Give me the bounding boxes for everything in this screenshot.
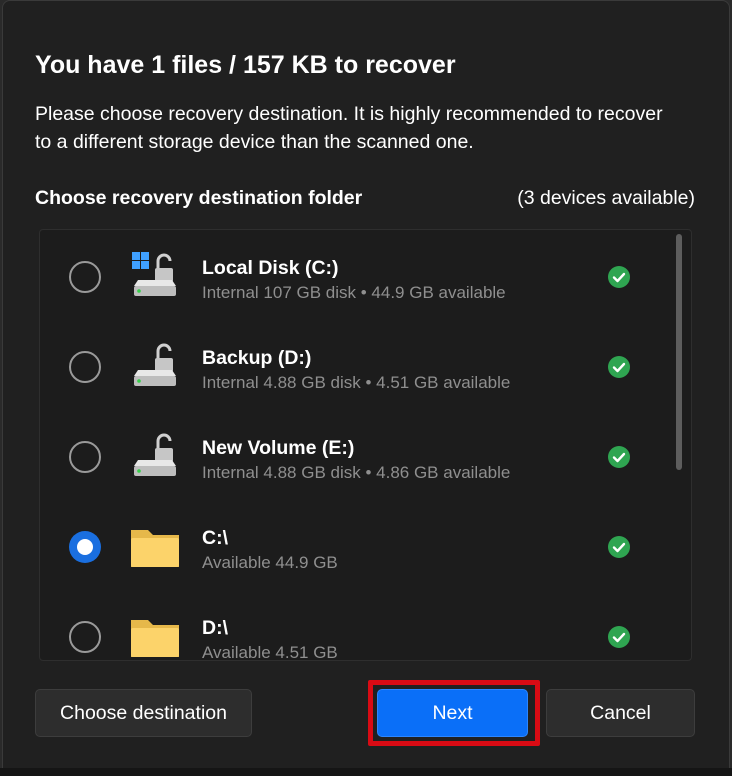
devices-count: (3 devices available) — [517, 187, 695, 209]
destination-name: D:\ — [202, 617, 228, 639]
drive-icon — [134, 343, 176, 386]
dialog-description: Please choose recovery destination. It i… — [35, 103, 663, 153]
dialog-title: You have 1 files / 157 KB to recover — [35, 51, 456, 79]
check-icon — [608, 446, 630, 468]
destination-details: Internal 107 GB disk • 44.9 GB available — [202, 283, 506, 302]
destination-row[interactable]: Backup (D:) Internal 4.88 GB disk • 4.51… — [40, 320, 660, 410]
destination-row[interactable]: C:\ Available 44.9 GB — [40, 500, 660, 590]
destination-details: Available 4.51 GB — [202, 643, 338, 661]
check-icon — [608, 356, 630, 378]
destination-row[interactable]: D:\ Available 4.51 GB — [40, 590, 660, 661]
radio-button[interactable] — [69, 261, 101, 293]
cancel-button[interactable]: Cancel — [546, 689, 695, 737]
background-window-strip — [0, 768, 732, 776]
check-icon — [608, 266, 630, 288]
destination-list[interactable]: Local Disk (C:) Internal 107 GB disk • 4… — [39, 229, 692, 661]
check-icon — [608, 626, 630, 648]
folder-icon — [131, 530, 179, 567]
radio-button[interactable] — [69, 351, 101, 383]
destination-details: Internal 4.88 GB disk • 4.51 GB availabl… — [202, 373, 511, 392]
check-icon — [608, 536, 630, 558]
next-button[interactable]: Next — [377, 689, 528, 737]
destination-row[interactable]: Local Disk (C:) Internal 107 GB disk • 4… — [40, 230, 660, 320]
destination-name: C:\ — [202, 527, 228, 549]
radio-button[interactable] — [69, 441, 101, 473]
section-title: Choose recovery destination folder — [35, 187, 363, 209]
radio-button-selected[interactable] — [69, 531, 101, 563]
radio-button[interactable] — [69, 621, 101, 653]
recovery-dialog: You have 1 files / 157 KB to recover Ple… — [2, 0, 730, 776]
destination-details: Internal 4.88 GB disk • 4.86 GB availabl… — [202, 463, 511, 482]
choose-destination-button[interactable]: Choose destination — [35, 689, 252, 737]
destination-name: Local Disk (C:) — [202, 257, 339, 279]
destination-row[interactable]: New Volume (E:) Internal 4.88 GB disk • … — [40, 410, 660, 500]
drive-icon — [134, 433, 176, 476]
destination-name: New Volume (E:) — [202, 437, 355, 459]
destination-header: Choose recovery destination folder (3 de… — [35, 187, 695, 213]
destination-name: Backup (D:) — [202, 347, 312, 369]
destination-details: Available 44.9 GB — [202, 553, 338, 572]
windows-drive-icon — [132, 252, 176, 296]
list-scrollbar[interactable] — [676, 234, 682, 470]
folder-icon — [131, 620, 179, 657]
